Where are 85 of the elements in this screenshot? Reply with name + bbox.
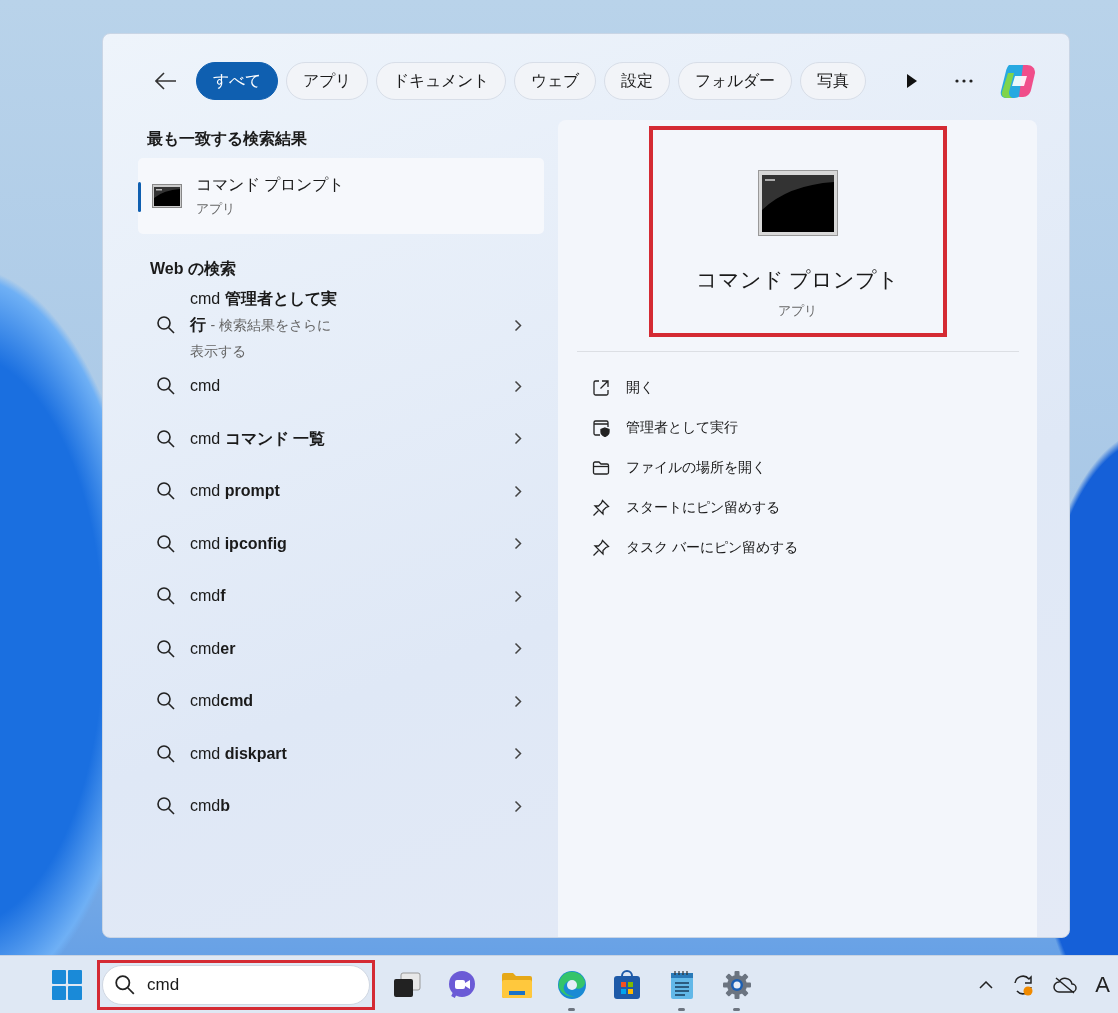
search-icon [156,638,176,659]
app-type: アプリ [196,199,236,218]
result-text: cmdb [190,796,231,817]
input-mode-button[interactable]: A [1095,971,1110,998]
result-text: cmd prompt [190,481,281,502]
result-text: cmd diskpart [190,743,288,764]
filter-tab[interactable]: 写真 [800,62,866,100]
action-item[interactable]: 管理者として実行 [592,408,738,448]
assistant-logo-icon[interactable] [999,62,1037,100]
pin-icon [592,499,610,517]
show-hidden-icons-button[interactable] [979,980,994,989]
result-text: cmdf [190,586,227,607]
search-icon [156,533,176,554]
action-item[interactable]: 開く [592,368,654,408]
folder-icon [592,459,610,477]
result-text: cmder [190,638,237,659]
search-icon [156,796,176,817]
best-match-item[interactable]: コマンド プロンプト アプリ [138,158,544,234]
search-icon [156,691,176,712]
settings-icon[interactable] [721,969,752,1000]
chevron-right-icon [514,379,522,393]
search-icon [156,315,176,335]
section-heading: Web の検索 [149,259,237,279]
search-icon [156,586,176,607]
filter-tab[interactable]: フォルダー [678,62,792,100]
cloud-icon [1053,975,1078,994]
filter-tab[interactable]: 設定 [604,62,670,100]
section-heading: 最も一致する検索結果 [146,129,308,149]
back-arrow-icon [155,72,177,90]
console-window-icon [757,170,838,236]
filter-tab[interactable]: アプリ [286,62,368,100]
app-type: アプリ [778,302,817,320]
browser-swirl-icon[interactable] [556,969,587,1000]
web-result-item[interactable]: cmd [138,360,544,413]
pin-icon [592,539,610,557]
shield-window-icon [592,419,610,437]
play-icon [906,74,918,88]
action-item[interactable]: スタートにピン留めする [592,488,780,528]
action-item[interactable]: ファイルの場所を開く [592,448,766,488]
web-result-item[interactable]: cmd ipconfig [138,517,544,570]
chevron-right-icon [514,589,522,603]
search-icon [156,481,176,502]
windows-logo-icon [52,969,82,1000]
chevron-right-icon [514,432,522,446]
web-result-item[interactable]: cmd コマンド 一覧 [138,412,544,465]
web-result-item[interactable]: cmder [138,622,544,675]
chevron-right-icon [514,747,522,761]
folder-icon[interactable] [500,970,533,999]
search-icon [156,376,176,397]
chevron-right-icon [514,537,522,551]
cloud-button[interactable] [1053,975,1078,994]
web-result-item[interactable]: cmd prompt [138,465,544,518]
notepad-icon[interactable] [669,969,694,1000]
external-link-icon [592,379,610,397]
app-title: コマンド プロンプト [196,174,345,195]
search-field[interactable]: cmd [102,964,370,1005]
web-result-item[interactable]: cmd diskpart [138,727,544,780]
result-text: cmd [190,376,222,397]
filter-tab[interactable]: ウェブ [514,62,596,100]
chevron-up-icon [979,980,994,989]
search-icon [156,743,176,764]
filter-tab[interactable]: すべて [196,62,278,100]
chevron-right-icon [514,484,522,498]
search-icon [156,428,176,449]
result-text: cmd 管理者として実行 - 検索結果をさらに表示する [190,289,338,361]
more-icon [955,79,973,83]
task-view-icon[interactable] [392,971,421,998]
shopping-bag-icon[interactable] [612,969,641,1000]
web-result-item[interactable]: cmd 管理者として実行 - 検索結果をさらに表示する [138,290,544,360]
chevron-right-icon [514,318,522,332]
console-window-icon [152,184,182,208]
result-text: cmd コマンド 一覧 [190,428,327,449]
web-result-item[interactable]: cmdf [138,570,544,623]
filter-tab[interactable]: ドキュメント [376,62,506,100]
result-text: cmd ipconfig [190,533,288,554]
chevron-right-icon [514,694,522,708]
start-button[interactable] [52,969,82,1000]
app-title: コマンド プロンプト [695,267,900,293]
chat-video-icon[interactable] [446,969,477,1000]
chevron-right-icon [514,799,522,813]
web-result-item[interactable]: cmdcmd [138,675,544,728]
result-text: cmdcmd [190,691,255,712]
web-result-item[interactable]: cmdb [138,780,544,833]
action-item[interactable]: タスク バーにピン留めする [592,528,798,568]
chevron-right-icon [514,642,522,656]
